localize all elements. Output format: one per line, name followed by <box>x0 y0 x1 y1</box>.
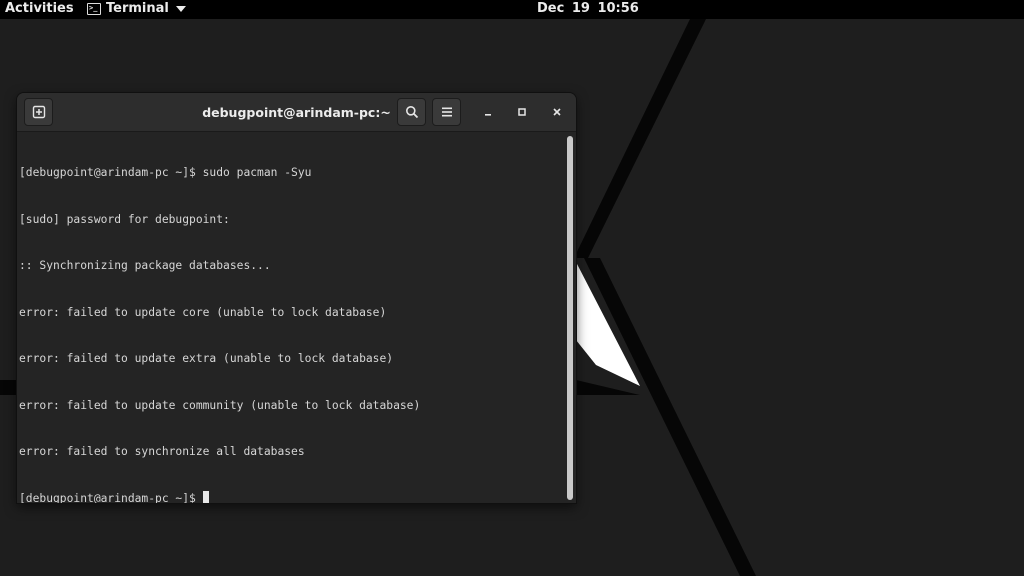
terminal-line: [debugpoint@arindam-pc ~]$ sudo pacman -… <box>19 166 312 179</box>
close-button[interactable] <box>547 102 567 122</box>
menu-button[interactable] <box>432 98 461 126</box>
terminal-line: error: failed to update extra (unable to… <box>19 352 394 365</box>
search-icon <box>405 106 418 119</box>
minimize-button[interactable] <box>478 102 498 122</box>
terminal-line: error: failed to update community (unabl… <box>19 398 421 412</box>
minimize-icon <box>485 114 491 116</box>
terminal-line: error: failed to update core (unable to … <box>19 305 387 319</box>
hamburger-menu-icon <box>441 107 452 117</box>
terminal-icon: >_ <box>87 2 101 15</box>
clock[interactable]: Dec 19 10:56 <box>537 1 639 16</box>
close-icon <box>553 108 561 116</box>
terminal-output[interactable]: [debugpoint@arindam-pc ~]$ sudo pacman -… <box>17 132 576 503</box>
top-bar: Activities >_ Terminal Dec 19 10:56 <box>0 0 1024 19</box>
shell-prompt: [debugpoint@arindam-pc ~]$ <box>19 491 203 504</box>
maximize-button[interactable] <box>512 102 532 122</box>
terminal-line: [sudo] password for debugpoint: <box>19 212 230 226</box>
terminal-line: :: Synchronizing package databases... <box>19 259 271 272</box>
activities-button[interactable]: Activities <box>5 1 74 16</box>
header-bar[interactable]: debugpoint@arindam-pc:~ <box>17 93 576 132</box>
scrollbar[interactable] <box>567 136 573 500</box>
terminal-text: [debugpoint@arindam-pc ~]$ sudo pacman -… <box>19 134 420 503</box>
app-menu[interactable]: >_ Terminal <box>87 1 186 16</box>
text-cursor <box>202 490 209 503</box>
prompt-line[interactable]: [debugpoint@arindam-pc ~]$ <box>19 490 420 504</box>
caret-down-icon <box>175 6 186 12</box>
maximize-icon <box>518 108 526 116</box>
app-menu-label: Terminal <box>106 1 169 16</box>
search-button[interactable] <box>397 98 426 126</box>
terminal-window[interactable]: debugpoint@arindam-pc:~ [debugpoint@arin… <box>17 93 576 503</box>
terminal-line: error: failed to synchronize all databas… <box>19 445 305 458</box>
